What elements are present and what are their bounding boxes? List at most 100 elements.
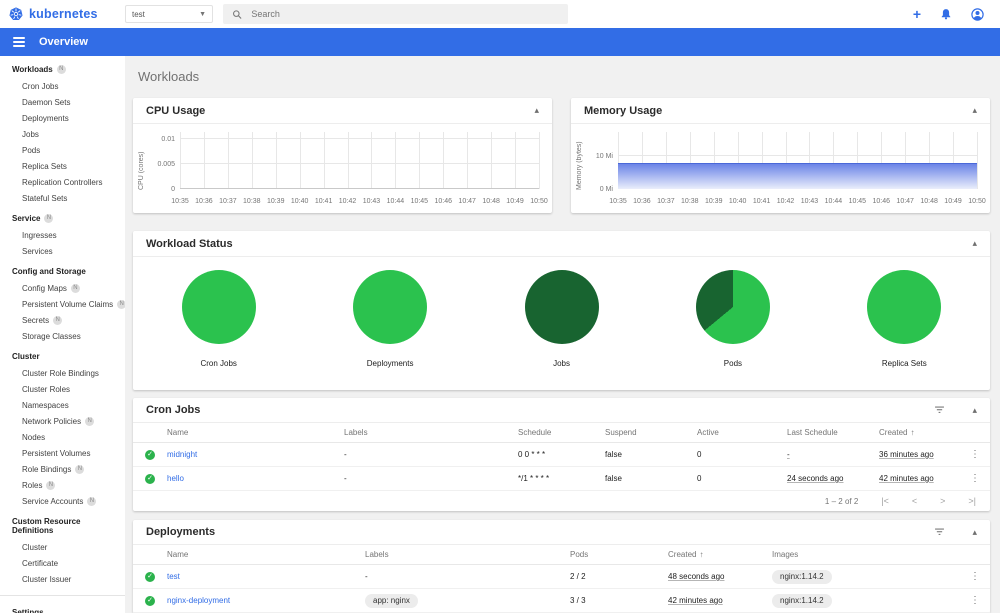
sidebar-section-workloads[interactable]: Workloads N <box>0 61 125 78</box>
search-input[interactable] <box>251 9 559 19</box>
pie-chart-label: Deployments <box>366 359 414 368</box>
sidebar-item-ingresses[interactable]: Ingresses <box>0 227 125 243</box>
create-resource-button[interactable]: + <box>913 7 921 21</box>
collapse-icon[interactable]: ▴ <box>972 238 977 249</box>
sidebar-item-services[interactable]: Services <box>0 243 125 259</box>
sidebar-item-label: Cron Jobs <box>22 81 59 91</box>
cpu-usage-chart: CPU (cores) 0 0.005 0.01 10:35 10:36 10:37 10… <box>133 124 552 212</box>
sidebar-item-jobs[interactable]: Jobs <box>0 126 125 142</box>
filter-icon[interactable] <box>934 406 945 414</box>
sidebar-item-label: Cluster <box>22 542 48 552</box>
cron-job-row: ✓ hello - */1 * * * * false 0 24 seconds ago 42… <box>133 467 990 491</box>
column-header-created[interactable]: Created ↑ <box>668 550 772 559</box>
sidebar-section-cluster[interactable]: Cluster <box>0 348 125 365</box>
grid-line <box>539 132 540 189</box>
sidebar-section-custom-resource-definitions[interactable]: Custom Resource Definitions <box>0 513 125 539</box>
column-header-name[interactable]: Name <box>167 550 365 559</box>
grid-line <box>491 132 493 189</box>
column-header-suspend[interactable]: Suspend <box>605 428 697 437</box>
search-bar[interactable] <box>223 4 568 24</box>
column-header-labels[interactable]: Labels <box>365 550 570 559</box>
column-header-last-schedule[interactable]: Last Schedule <box>787 428 879 437</box>
column-header-pods[interactable]: Pods <box>570 550 668 559</box>
collapse-icon[interactable]: ▴ <box>972 527 977 538</box>
previous-page-button[interactable]: < <box>912 496 917 506</box>
collapse-icon[interactable]: ▴ <box>972 105 977 116</box>
brand-name: kubernetes <box>29 7 98 21</box>
sidebar-item-storage-classes[interactable]: Storage Classes <box>0 328 125 344</box>
sidebar-item-label: Network Policies <box>22 416 82 426</box>
sidebar-item-replica-sets[interactable]: Replica Sets <box>0 158 125 174</box>
sidebar-item-secrets[interactable]: Secrets N <box>0 312 125 328</box>
user-menu-button[interactable] <box>971 7 984 21</box>
row-actions-menu[interactable]: ⋮ <box>960 473 990 484</box>
sidebar-item-stateful-sets[interactable]: Stateful Sets <box>0 190 125 206</box>
sidebar-item-replication-controllers[interactable]: Replication Controllers <box>0 174 125 190</box>
menu-icon[interactable] <box>13 37 25 47</box>
sidebar-item-label: Roles <box>22 480 43 490</box>
sidebar-item-deployments[interactable]: Deployments <box>0 110 125 126</box>
collapse-icon[interactable]: ▴ <box>972 405 977 416</box>
memory-usage-card: Memory Usage ▴ Memory (bytes) 0 Mi 10 Mi … <box>571 98 990 213</box>
deployment-name-link[interactable]: nginx-deployment <box>167 596 365 605</box>
sidebar-item-cron-jobs[interactable]: Cron Jobs <box>0 78 125 94</box>
column-header-active[interactable]: Active <box>697 428 787 437</box>
column-header-name[interactable]: Name <box>167 428 344 437</box>
sidebar-item-namespaces[interactable]: Namespaces <box>0 397 125 413</box>
column-header-labels[interactable]: Labels <box>344 428 518 437</box>
column-header-schedule[interactable]: Schedule <box>518 428 605 437</box>
deployment-row: ✓ nginx-deployment app: nginx 3 / 3 42 minut… <box>133 589 990 613</box>
sidebar-item-cluster-role-bindings[interactable]: Cluster Role Bindings <box>0 365 125 381</box>
row-actions-menu[interactable]: ⋮ <box>960 595 990 606</box>
grid-line <box>618 155 977 157</box>
grid-line <box>180 163 539 165</box>
sidebar-section-label: Service <box>12 214 41 223</box>
sidebar-item-config-maps[interactable]: Config Maps N <box>0 280 125 296</box>
deployments-table-header: Name Labels Pods Created ↑ Images <box>133 545 990 565</box>
cpu-x-axis-labels: 10:35 10:36 10:37 10:38 10:39 10:40 10:41 10:42… <box>171 198 548 207</box>
next-page-button[interactable]: > <box>940 496 945 506</box>
sidebar-item-nodes[interactable]: Nodes <box>0 429 125 445</box>
sidebar-item-persistent-volume-claims[interactable]: Persistent Volume Claims N <box>0 296 125 312</box>
filter-icon[interactable] <box>934 528 945 536</box>
collapse-icon[interactable]: ▴ <box>534 105 539 116</box>
deployment-name-link[interactable]: test <box>167 572 365 581</box>
pagination-range-label: 1 – 2 of 2 <box>824 496 859 506</box>
sidebar-item-cluster-roles[interactable]: Cluster Roles <box>0 381 125 397</box>
last-page-button[interactable]: >| <box>968 496 976 506</box>
top-header: kubernetes test ▼ + <box>0 0 1000 28</box>
pie-chart-label: Cron Jobs <box>200 359 237 368</box>
x-tick-label: 10:48 <box>482 198 500 205</box>
column-header-created[interactable]: Created ↑ <box>879 428 960 437</box>
row-actions-menu[interactable]: ⋮ <box>960 571 990 582</box>
notifications-button[interactable] <box>940 8 952 20</box>
column-header-images[interactable]: Images <box>772 550 960 559</box>
cron-jobs-pagination: 1 – 2 of 2 |< < > >| <box>133 491 990 511</box>
sidebar-item-daemon-sets[interactable]: Daemon Sets <box>0 94 125 110</box>
cronjob-name-link[interactable]: midnight <box>167 450 344 459</box>
sidebar-item-network-policies[interactable]: Network Policies N <box>0 413 125 429</box>
namespaced-badge: N <box>44 214 54 223</box>
sidebar-section-service[interactable]: Service N <box>0 210 125 227</box>
sidebar-item-settings[interactable]: Settings <box>0 602 125 613</box>
first-page-button[interactable]: |< <box>881 496 889 506</box>
x-tick-label: 10:41 <box>314 198 333 205</box>
namespaced-badge: N <box>85 416 95 426</box>
x-tick-label: 10:46 <box>872 198 891 205</box>
namespace-selector[interactable]: test ▼ <box>125 5 213 23</box>
row-actions-menu[interactable]: ⋮ <box>960 449 990 460</box>
sidebar-item-roles[interactable]: Roles N <box>0 477 125 493</box>
kubernetes-logo-link[interactable]: kubernetes <box>0 6 125 22</box>
cronjob-name-link[interactable]: hello <box>167 474 344 483</box>
sidebar-item-role-bindings[interactable]: Role Bindings N <box>0 461 125 477</box>
sidebar-item-certificate[interactable]: Certificate <box>0 555 125 571</box>
sidebar-item-label: Replication Controllers <box>22 177 103 187</box>
sidebar-section-config-and-storage[interactable]: Config and Storage <box>0 263 125 280</box>
sidebar-item-cluster-issuer[interactable]: Cluster Issuer <box>0 571 125 587</box>
sidebar-item-label: Deployments <box>22 113 69 123</box>
sidebar-item-persistent-volumes[interactable]: Persistent Volumes <box>0 445 125 461</box>
sidebar-item-cluster[interactable]: Cluster <box>0 539 125 555</box>
sidebar-item-pods[interactable]: Pods <box>0 142 125 158</box>
sidebar-item-label: Secrets <box>22 315 50 325</box>
sidebar-item-service-accounts[interactable]: Service Accounts N <box>0 493 125 509</box>
